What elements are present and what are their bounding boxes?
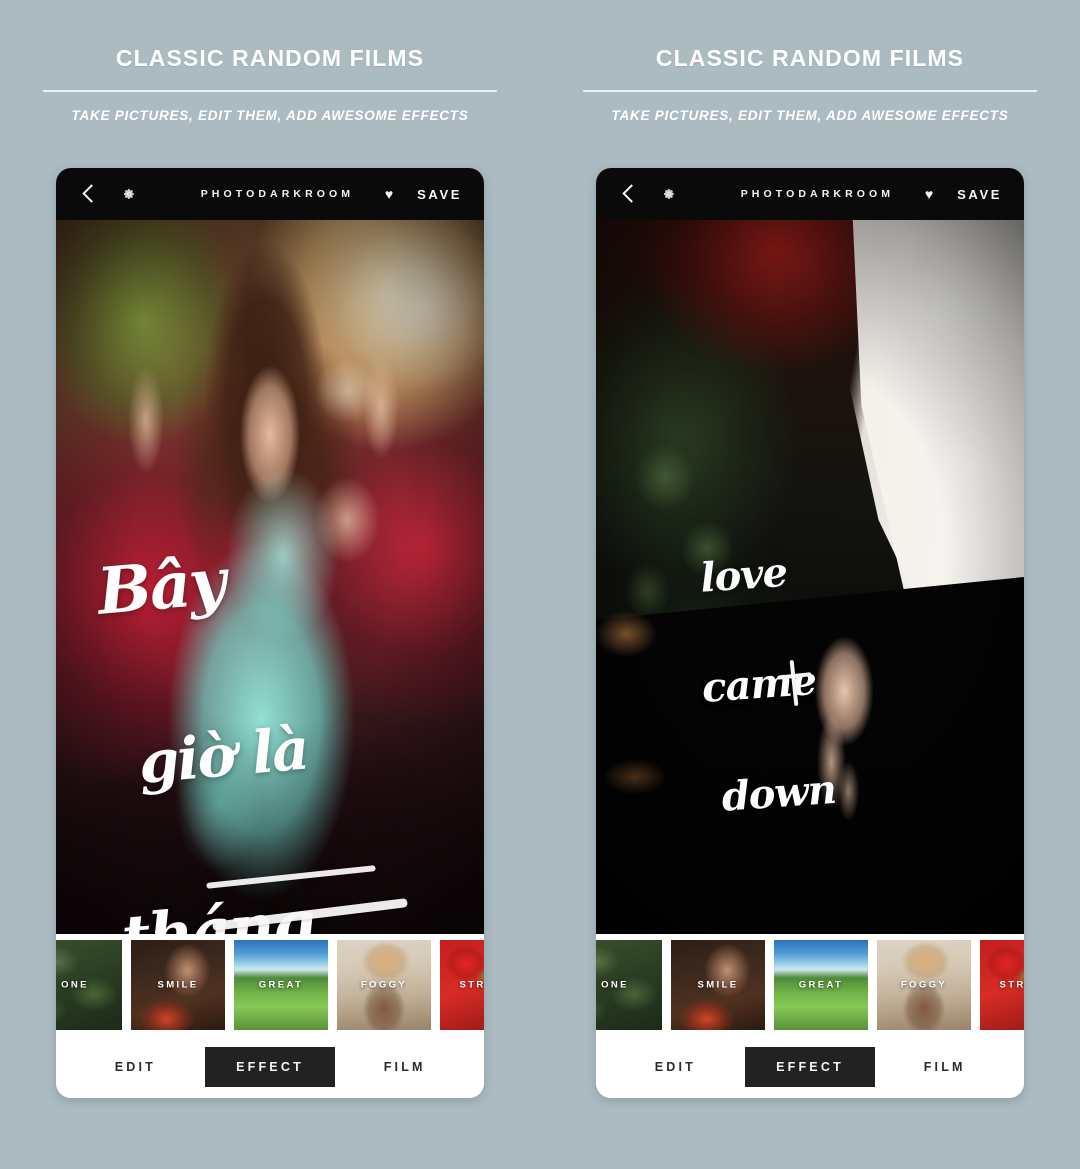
filter-label: STRAWE <box>999 979 1024 991</box>
bottom-tab-bar: EDIT EFFECT FILM <box>596 1036 1024 1098</box>
filter-label: GREAT <box>258 979 304 991</box>
filter-label: SMILE <box>697 979 739 991</box>
filter-thumbnail[interactable]: FOGGY <box>877 940 971 1030</box>
page-subtitle: TAKE PICTURES, EDIT THEM, ADD AWESOME EF… <box>71 108 469 123</box>
filter-label: GREAT <box>798 979 844 991</box>
heart-icon[interactable]: ♥ <box>925 187 933 201</box>
photo-vignette-layer <box>596 220 1024 934</box>
phone-mockup-left: PHOTODARKROOM ♥ SAVE Bây giờ là tháng mấ… <box>56 168 484 1098</box>
filter-label: FOGGY <box>360 979 408 991</box>
mockup-stage: CLASSIC RANDOM FILMS TAKE PICTURES, EDIT… <box>0 0 1080 1169</box>
save-button[interactable]: SAVE <box>417 187 462 202</box>
filter-label: FOGGY <box>900 979 948 991</box>
chevron-left-icon[interactable] <box>78 183 100 205</box>
bottom-tab-bar: EDIT EFFECT FILM <box>56 1036 484 1098</box>
page-subtitle: TAKE PICTURES, EDIT THEM, ADD AWESOME EF… <box>611 108 1009 123</box>
filter-thumbnail-strip[interactable]: ONE SMILE GREAT FOGGY STR <box>56 934 484 1036</box>
page-title: CLASSIC RANDOM FILMS <box>655 45 965 71</box>
tab-effect[interactable]: EFFECT <box>744 1046 876 1088</box>
filter-track: ONE SMILE GREAT FOGGY STR <box>56 940 484 1030</box>
mockup-panel-right: CLASSIC RANDOM FILMS TAKE PICTURES, EDIT… <box>540 0 1080 1169</box>
gear-icon[interactable] <box>122 187 136 201</box>
filter-thumbnail[interactable]: GREAT <box>774 940 868 1030</box>
filter-label: STRAWE <box>459 979 484 991</box>
tab-film[interactable]: FILM <box>339 1047 470 1088</box>
panel-header-left: CLASSIC RANDOM FILMS TAKE PICTURES, EDIT… <box>43 0 497 123</box>
save-button[interactable]: SAVE <box>957 187 1002 202</box>
app-top-bar: PHOTODARKROOM ♥ SAVE <box>596 168 1024 220</box>
tab-film[interactable]: FILM <box>879 1047 1010 1088</box>
filter-thumbnail[interactable]: GREAT <box>234 940 328 1030</box>
chevron-left-icon[interactable] <box>618 183 640 205</box>
header-divider <box>583 90 1037 92</box>
heart-icon[interactable]: ♥ <box>385 187 393 201</box>
filter-track: ONE SMILE GREAT FOGGY STR <box>596 940 1024 1030</box>
photo-vignette-layer <box>56 220 484 934</box>
tab-edit[interactable]: EDIT <box>70 1047 201 1088</box>
filter-thumbnail[interactable]: FOGGY <box>337 940 431 1030</box>
filter-thumbnail[interactable]: SMILE <box>131 940 225 1030</box>
panel-header-right: CLASSIC RANDOM FILMS TAKE PICTURES, EDIT… <box>583 0 1037 123</box>
filter-thumbnail[interactable]: ONE <box>596 940 662 1030</box>
filter-thumbnail-strip[interactable]: ONE SMILE GREAT FOGGY STR <box>596 934 1024 1036</box>
mockup-panel-left: CLASSIC RANDOM FILMS TAKE PICTURES, EDIT… <box>0 0 540 1169</box>
filter-label: ONE <box>61 979 89 991</box>
filter-thumbnail[interactable]: STRAWE <box>980 940 1024 1030</box>
filter-label: ONE <box>601 979 629 991</box>
photo-canvas[interactable]: Bây giờ là tháng mấy <box>56 220 484 934</box>
app-title: PHOTODARKROOM <box>200 188 355 200</box>
tab-edit[interactable]: EDIT <box>610 1047 741 1088</box>
app-top-bar: PHOTODARKROOM ♥ SAVE <box>56 168 484 220</box>
gear-icon[interactable] <box>662 187 676 201</box>
photo-canvas[interactable]: love came down <box>596 220 1024 934</box>
phone-mockup-right: PHOTODARKROOM ♥ SAVE love came down ONE … <box>596 168 1024 1098</box>
filter-thumbnail[interactable]: STRAWE <box>440 940 484 1030</box>
filter-thumbnail[interactable]: SMILE <box>671 940 765 1030</box>
header-divider <box>43 90 497 92</box>
app-title: PHOTODARKROOM <box>740 188 895 200</box>
filter-label: SMILE <box>157 979 199 991</box>
page-title: CLASSIC RANDOM FILMS <box>115 45 425 71</box>
filter-thumbnail[interactable]: ONE <box>56 940 122 1030</box>
tab-effect[interactable]: EFFECT <box>204 1046 336 1088</box>
